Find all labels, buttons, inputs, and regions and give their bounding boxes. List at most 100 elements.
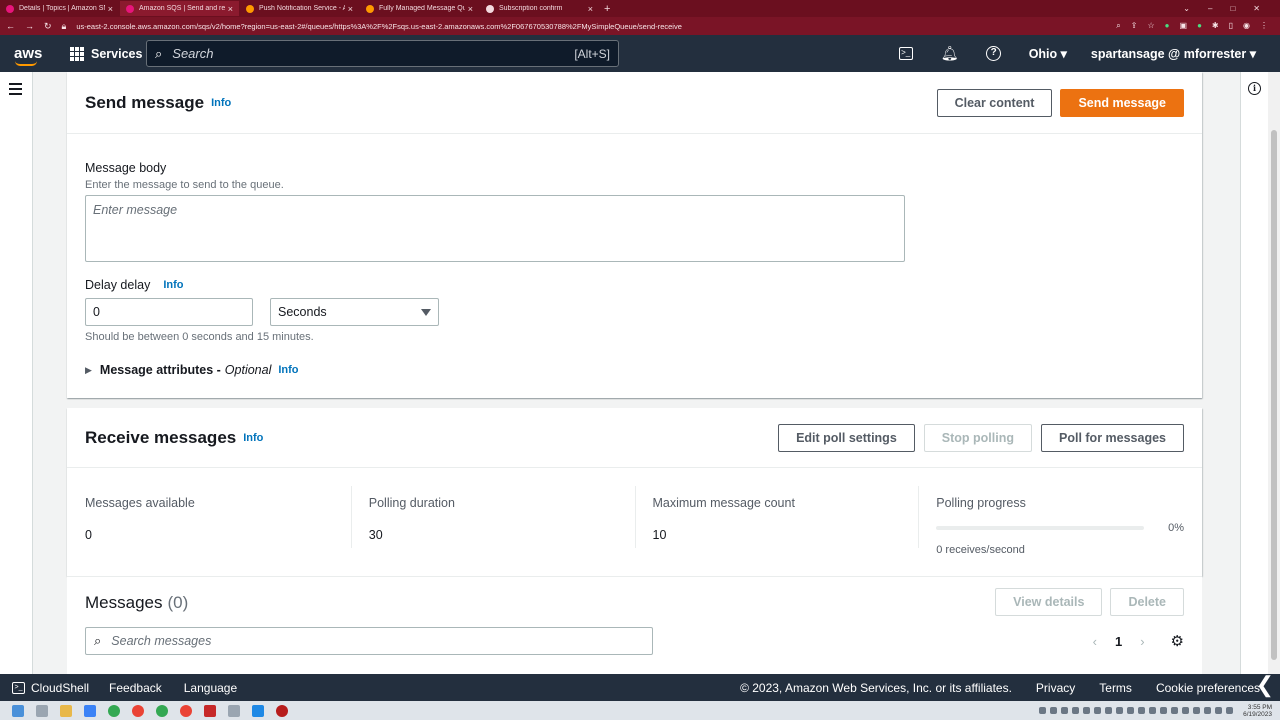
close-window-icon[interactable]: ✕ — [1253, 4, 1260, 13]
poll-for-messages-button[interactable]: Poll for messages — [1041, 423, 1184, 452]
console-search-input[interactable]: ⌕ Search [Alt+S] — [146, 40, 619, 67]
browser-tab-active[interactable]: Amazon SQS | Send and receive× — [120, 1, 239, 16]
page-scrollbar[interactable] — [1268, 72, 1280, 674]
vscode-icon[interactable] — [252, 704, 264, 717]
photos-icon[interactable] — [84, 704, 96, 717]
cookie-preferences-link[interactable]: Cookie preferences — [1156, 681, 1260, 695]
tray-icon[interactable] — [1204, 707, 1212, 714]
search-messages-input[interactable]: ⌕ Search messages — [85, 627, 653, 655]
view-details-button[interactable]: View details — [995, 588, 1103, 616]
delete-button[interactable]: Delete — [1110, 588, 1184, 616]
help-button[interactable]: ? — [985, 45, 1003, 63]
start-icon[interactable] — [12, 704, 24, 717]
file-explorer-icon[interactable] — [60, 704, 72, 717]
message-body-textarea[interactable]: Enter message — [85, 195, 905, 262]
collapse-chevron-icon[interactable]: ❮ — [1256, 672, 1274, 698]
info-panel-icon[interactable]: i — [1248, 82, 1261, 95]
app-icon[interactable] — [228, 704, 240, 717]
current-page[interactable]: 1 — [1115, 634, 1122, 649]
system-clock[interactable]: 3:55 PM 6/19/2023 — [1243, 704, 1272, 718]
receive-messages-info-link[interactable]: Info — [243, 432, 263, 444]
region-selector[interactable]: Ohio ▾ — [1029, 46, 1067, 61]
message-attributes-expander[interactable]: ▶ Message attributes - Optional Info — [85, 363, 299, 377]
task-view-icon[interactable] — [36, 704, 48, 717]
tray-icon[interactable] — [1215, 707, 1223, 714]
message-attributes-info-link[interactable]: Info — [278, 364, 298, 376]
browser-tab[interactable]: Push Notification Service - Amaz× — [240, 1, 359, 16]
notifications-bell-icon[interactable]: 🔔︎ — [941, 45, 959, 63]
menu-dots-icon[interactable]: ⋮ — [1260, 21, 1268, 31]
delivery-delay-info-link[interactable]: Info — [163, 279, 183, 291]
extension-icon[interactable]: ▣ — [1180, 21, 1188, 31]
tray-icon[interactable] — [1138, 707, 1146, 714]
tray-icon[interactable] — [1193, 707, 1201, 714]
tray-icon[interactable] — [1149, 707, 1157, 714]
scrollbar-thumb[interactable] — [1271, 130, 1277, 660]
lock-icon[interactable]: 🔒︎ — [62, 21, 67, 32]
sidebar-icon[interactable]: ▯ — [1229, 21, 1233, 31]
services-menu[interactable]: Services — [70, 46, 142, 61]
extension-icon[interactable]: ● — [1165, 21, 1170, 31]
send-message-button[interactable]: Send message — [1060, 88, 1184, 117]
account-menu[interactable]: spartansage @ mforrester ▾ — [1091, 46, 1256, 61]
close-tab-icon[interactable]: × — [348, 4, 353, 14]
tray-icon[interactable] — [1061, 707, 1069, 714]
tray-icon[interactable] — [1226, 707, 1234, 714]
cloudshell-link[interactable]: CloudShell — [31, 681, 89, 695]
close-tab-icon[interactable]: × — [228, 4, 233, 14]
extension-icon[interactable]: ● — [1197, 21, 1202, 31]
tray-icon[interactable] — [1116, 707, 1124, 714]
chevron-down-icon[interactable]: ⌄ — [1183, 4, 1190, 13]
send-message-info-link[interactable]: Info — [211, 97, 231, 109]
bookmark-star-icon[interactable]: ☆ — [1147, 21, 1154, 31]
forward-icon[interactable]: → — [25, 21, 34, 32]
tray-icon[interactable] — [1039, 707, 1047, 714]
back-icon[interactable]: ← — [6, 21, 15, 32]
browser-tab[interactable]: Details | Topics | Amazon SNS × — [0, 1, 119, 16]
close-tab-icon[interactable]: × — [468, 4, 473, 14]
browser-tab[interactable]: Subscription confirm × — [480, 1, 599, 16]
app-icon[interactable] — [276, 704, 288, 717]
tray-icon[interactable] — [1050, 707, 1058, 714]
cloudshell-nav-button[interactable]: >_ — [897, 45, 915, 63]
tray-icon[interactable] — [1160, 707, 1168, 714]
delivery-delay-input[interactable]: 0 — [85, 298, 253, 326]
tray-icon[interactable] — [1182, 707, 1190, 714]
feedback-link[interactable]: Feedback — [109, 681, 162, 695]
clear-content-button[interactable]: Clear content — [936, 88, 1053, 117]
delay-unit-select[interactable]: Seconds — [270, 298, 439, 326]
next-page-icon[interactable]: › — [1140, 634, 1144, 649]
language-link[interactable]: Language — [184, 681, 237, 695]
close-tab-icon[interactable]: × — [588, 4, 593, 14]
tray-icon[interactable] — [1127, 707, 1135, 714]
url-field[interactable]: us-east-2.console.aws.amazon.com/sqs/v2/… — [76, 22, 1116, 31]
chrome-icon[interactable] — [108, 704, 120, 717]
edit-poll-settings-button[interactable]: Edit poll settings — [778, 423, 915, 452]
stop-polling-button[interactable]: Stop polling — [923, 423, 1032, 452]
profile-icon[interactable]: ◉ — [1243, 21, 1250, 31]
privacy-link[interactable]: Privacy — [1036, 681, 1075, 695]
previous-page-icon[interactable]: ‹ — [1093, 634, 1097, 649]
settings-gear-icon[interactable]: ⚙ — [1171, 632, 1184, 650]
maximize-icon[interactable]: □ — [1230, 4, 1235, 13]
reload-icon[interactable]: ↻ — [44, 21, 52, 32]
share-icon[interactable]: ⇪ — [1131, 21, 1138, 31]
zoom-icon[interactable]: ⌕ — [1116, 21, 1120, 31]
new-tab-button[interactable]: + — [604, 3, 610, 15]
tray-icon[interactable] — [1105, 707, 1113, 714]
aws-logo[interactable]: aws — [14, 46, 42, 66]
tray-icon[interactable] — [1083, 707, 1091, 714]
browser-tab[interactable]: Fully Managed Message Queue× — [360, 1, 479, 16]
app-icon[interactable] — [204, 704, 216, 717]
tray-icon[interactable] — [1094, 707, 1102, 714]
close-tab-icon[interactable]: × — [108, 4, 113, 14]
chrome-profile-icon[interactable] — [180, 704, 192, 717]
tray-icon[interactable] — [1072, 707, 1080, 714]
chrome-profile-icon[interactable] — [132, 704, 144, 717]
chrome-profile-icon[interactable] — [156, 704, 168, 717]
hamburger-menu-icon[interactable] — [9, 83, 22, 98]
extension-icon[interactable]: ✱ — [1212, 21, 1219, 31]
tray-icon[interactable] — [1171, 707, 1179, 714]
minimize-icon[interactable]: – — [1208, 4, 1212, 13]
terms-link[interactable]: Terms — [1099, 681, 1132, 695]
